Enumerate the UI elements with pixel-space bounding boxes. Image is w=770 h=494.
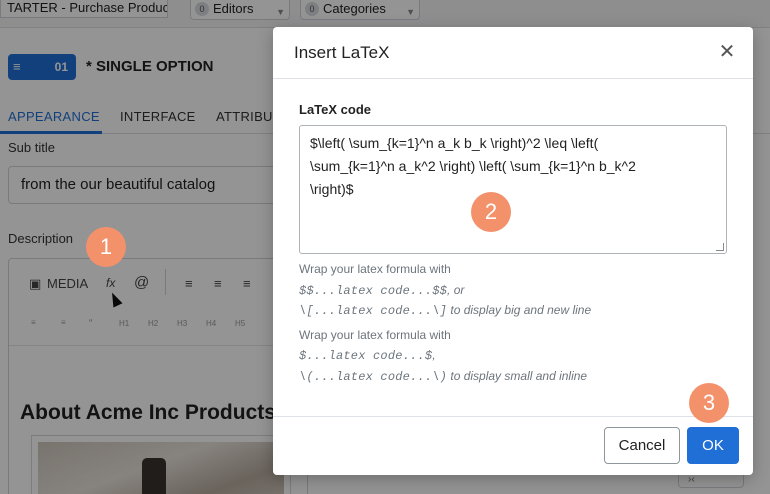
ok-button[interactable]: OK [687, 427, 739, 464]
inline-paren-code: \(...latex code...\) [299, 370, 448, 384]
step-marker-2: 2 [471, 192, 511, 232]
help-text-line-4: Wrap your latex formula with [299, 328, 451, 342]
block-delimiter-code: $$...latex code...$$ [299, 284, 448, 298]
dialog-footer: Cancel OK [273, 416, 753, 475]
help-text-line-3: \[...latex code...\] to display big and … [299, 303, 591, 318]
help-text-line-2: $$...latex code...$$, or [299, 283, 464, 298]
step-marker-3: 3 [689, 383, 729, 423]
cancel-button[interactable]: Cancel [604, 427, 680, 464]
help-text-line-1: Wrap your latex formula with [299, 262, 451, 276]
latex-code-label: LaTeX code [299, 102, 372, 117]
insert-latex-dialog: Insert LaTeX ✕ LaTeX code $\left( \sum_{… [273, 27, 753, 475]
help-text-display-small: to display small and inline [447, 369, 588, 383]
latex-code-textarea[interactable]: $\left( \sum_{k=1}^n a_k b_k \right)^2 \… [299, 125, 727, 254]
help-text-or: , or [447, 283, 465, 297]
step-marker-1: 1 [86, 227, 126, 267]
help-text-comma: , [432, 348, 436, 362]
help-text-line-6: \(...latex code...\) to display small an… [299, 369, 587, 384]
dialog-header: Insert LaTeX ✕ [273, 27, 753, 79]
resize-handle-icon[interactable] [716, 243, 724, 251]
close-icon[interactable]: ✕ [717, 41, 737, 63]
help-text-display-big: to display big and new line [447, 303, 592, 317]
display-delimiter-code: \[...latex code...\] [299, 304, 448, 318]
dialog-title: Insert LaTeX [294, 43, 390, 62]
inline-dollar-code: $...latex code...$ [299, 349, 433, 363]
help-text-line-5: $...latex code...$, [299, 348, 436, 363]
